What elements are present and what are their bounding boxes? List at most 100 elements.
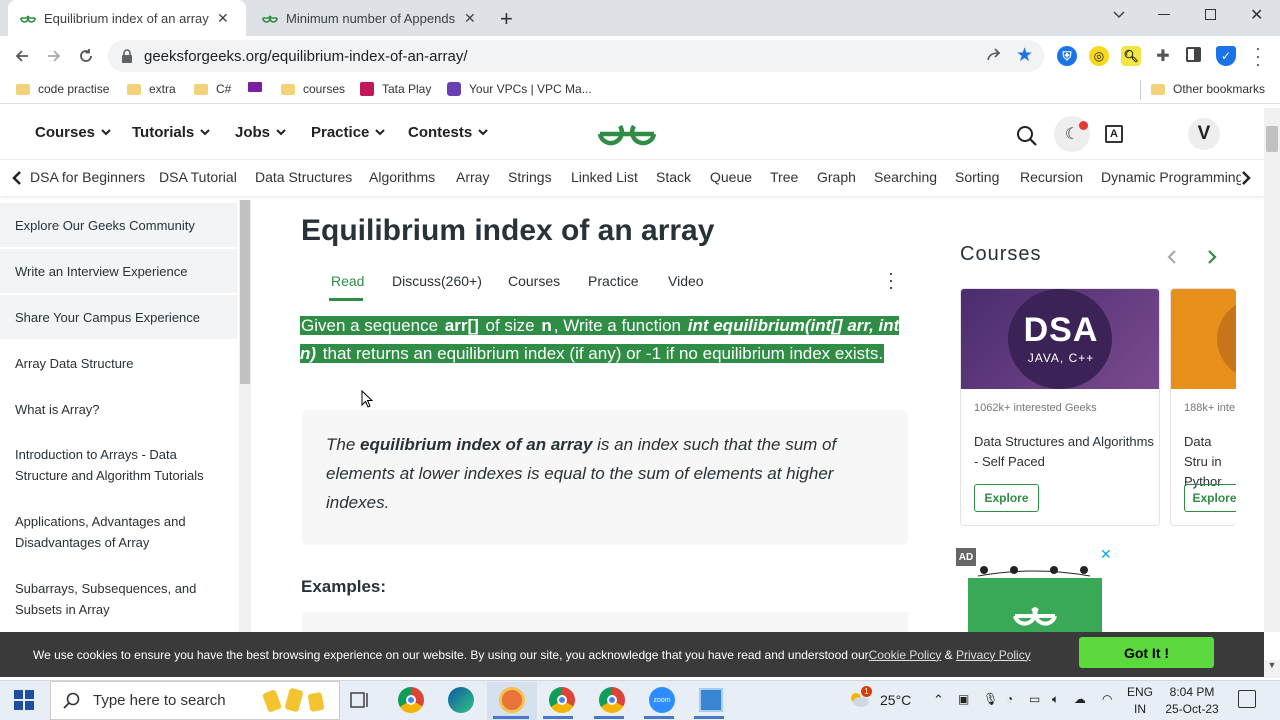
privacy-policy-link[interactable]: Privacy Policy (956, 648, 1031, 662)
tab-read[interactable]: Read (331, 273, 364, 289)
tray-app-icon[interactable]: ▣ (958, 692, 969, 706)
menu-contests[interactable]: Contests (408, 124, 488, 141)
bookmark-tata-play[interactable]: Tata Play (360, 82, 431, 96)
subnav-sorting[interactable]: Sorting (955, 169, 999, 185)
explore-button[interactable]: Explore (974, 484, 1039, 512)
language-indicator[interactable]: ENG IN (1127, 684, 1153, 718)
extension-shield-icon[interactable]: ⛨ (1057, 46, 1077, 66)
subnav-stack[interactable]: Stack (656, 169, 691, 185)
ad-close-icon[interactable]: ✕ (1100, 546, 1112, 563)
close-tab-icon[interactable]: ✕ (217, 10, 229, 27)
subnav-algorithms[interactable]: Algorithms (369, 169, 435, 185)
extensions-puzzle-icon[interactable]: ✚ (1153, 46, 1173, 66)
share-icon[interactable] (985, 46, 1003, 64)
menu-practice[interactable]: Practice (311, 124, 386, 141)
back-icon[interactable] (10, 45, 34, 67)
search-icon[interactable] (1016, 125, 1038, 147)
subnav-dynamic-programming[interactable]: Dynamic Programming (1101, 169, 1241, 185)
gfg-logo[interactable] (596, 118, 658, 150)
explore-button[interactable]: Explore (1184, 484, 1236, 512)
subnav-graph[interactable]: Graph (817, 169, 856, 185)
taskbar-search[interactable]: Type here to search (50, 681, 340, 720)
microphone-icon[interactable]: 🎙︎ (983, 692, 998, 706)
chrome-app-icon[interactable] (398, 687, 424, 713)
reload-icon[interactable] (74, 45, 98, 67)
bookmark-courses[interactable]: courses (281, 82, 345, 96)
zoom-app-icon[interactable]: zoom (649, 687, 675, 713)
chrome-profile2-app-icon[interactable] (599, 687, 625, 713)
got-it-button[interactable]: Got It ! (1079, 637, 1214, 668)
weather-temp[interactable]: 25°C (880, 692, 911, 708)
tray-shield-icon[interactable]: ◔ (1006, 692, 1013, 706)
task-view-icon[interactable] (350, 690, 370, 710)
sidebar-item-subarrays[interactable]: Subarrays, Subsequences, and Subsets in … (0, 577, 238, 621)
minimize-icon[interactable] (1158, 14, 1170, 15)
new-tab-button[interactable]: + (500, 6, 513, 32)
tray-overflow-icon[interactable]: ⌃ (933, 692, 944, 708)
browser-menu-icon[interactable]: · · · (1255, 39, 1261, 73)
browser-app-icon[interactable] (499, 687, 525, 713)
menu-jobs[interactable]: Jobs (235, 124, 286, 141)
subnav-array[interactable]: Array (456, 169, 489, 185)
translate-icon[interactable]: A (1105, 125, 1123, 143)
extension-security-icon[interactable]: ✓ (1216, 46, 1236, 66)
windows-start-icon[interactable] (14, 690, 34, 710)
sidebar-scroll-thumb[interactable] (240, 200, 250, 384)
subnav-dsa-beginners[interactable]: DSA for Beginners (30, 169, 145, 185)
bookmark-extra[interactable]: extra (127, 82, 176, 96)
scroll-down-arrow-icon[interactable]: ▼ (1264, 660, 1280, 678)
tab-equilibrium[interactable]: Equilibrium index of an array - G ✕ (8, 0, 246, 36)
sidebar-item-explore-community[interactable]: Explore Our Geeks Community (0, 203, 238, 247)
menu-tutorials[interactable]: Tutorials (132, 124, 210, 141)
subnav-strings[interactable]: Strings (508, 169, 552, 185)
more-options-icon[interactable]: · · · (888, 264, 894, 296)
bookmark-vpc[interactable]: Your VPCs | VPC Ma... (447, 82, 592, 96)
cookie-policy-link[interactable]: Cookie Policy (869, 648, 942, 662)
subnav-dsa-tutorial[interactable]: DSA Tutorial (159, 169, 237, 185)
tab-practice[interactable]: Practice (588, 273, 639, 289)
chevron-right-icon[interactable] (1241, 171, 1251, 185)
tab-courses[interactable]: Courses (508, 273, 560, 289)
close-window-icon[interactable]: ✕ (1250, 5, 1263, 25)
edge-app-icon[interactable] (448, 687, 474, 713)
battery-icon[interactable]: ▭ (1029, 692, 1040, 706)
subnav-recursion[interactable]: Recursion (1020, 169, 1083, 185)
notification-center-icon[interactable] (1238, 690, 1256, 708)
tab-video[interactable]: Video (668, 273, 704, 289)
sidebar-item-array-data-structure[interactable]: Array Data Structure (0, 341, 238, 385)
volume-icon[interactable]: 🔈︎ (1052, 692, 1059, 707)
sidebar-item-interview-experience[interactable]: Write an Interview Experience (0, 249, 238, 293)
bookmark-other[interactable]: Other bookmarks (1151, 82, 1265, 96)
course-card-python[interactable]: 188k+ inte Data Stru in Pythor Explore (1170, 288, 1236, 526)
tab-search-icon[interactable] (1112, 8, 1126, 22)
address-bar[interactable]: geeksforgeeks.org/equilibrium-index-of-a… (108, 40, 1044, 72)
tab-discuss[interactable]: Discuss(260+) (392, 273, 482, 289)
subnav-queue[interactable]: Queue (710, 169, 752, 185)
menu-courses[interactable]: Courses (35, 124, 111, 141)
tab-minimum-appends[interactable]: Minimum number of Appends n ✕ (250, 0, 488, 36)
carousel-prev-icon[interactable] (1166, 250, 1178, 264)
page-scroll-thumb[interactable] (1266, 126, 1278, 152)
subnav-linked-list[interactable]: Linked List (571, 169, 638, 185)
sidebar-item-applications[interactable]: Applications, Advantages and Disadvantag… (0, 510, 238, 554)
subnav-searching[interactable]: Searching (874, 169, 937, 185)
side-panel-icon[interactable] (1186, 47, 1201, 62)
subnav-tree[interactable]: Tree (770, 169, 798, 185)
sidebar-item-what-is-array[interactable]: What is Array? (0, 387, 238, 431)
wifi-icon[interactable]: ◠ (1102, 692, 1112, 706)
chevron-left-icon[interactable] (12, 171, 22, 185)
subnav-data-structures[interactable]: Data Structures (255, 169, 352, 185)
chrome-profile-app-icon[interactable] (549, 687, 575, 713)
bookmark-mail[interactable] (248, 82, 262, 92)
page-scrollbar[interactable] (1264, 108, 1280, 632)
carousel-next-icon[interactable] (1206, 250, 1218, 264)
extension-search-icon[interactable]: 🔍︎ (1121, 46, 1141, 66)
forward-icon[interactable] (42, 45, 66, 67)
ad-banner[interactable] (968, 578, 1102, 632)
bookmark-code-practise[interactable]: code practise (16, 82, 109, 96)
bookmark-csharp[interactable]: C# (194, 82, 231, 96)
restore-icon[interactable] (1205, 9, 1216, 20)
bookmark-star-icon[interactable]: ★ (1016, 44, 1033, 67)
sidebar-item-campus-experience[interactable]: Share Your Campus Experience (0, 295, 238, 339)
course-card-dsa[interactable]: DSA JAVA, C++ 1062k+ interested Geeks Da… (960, 288, 1160, 526)
